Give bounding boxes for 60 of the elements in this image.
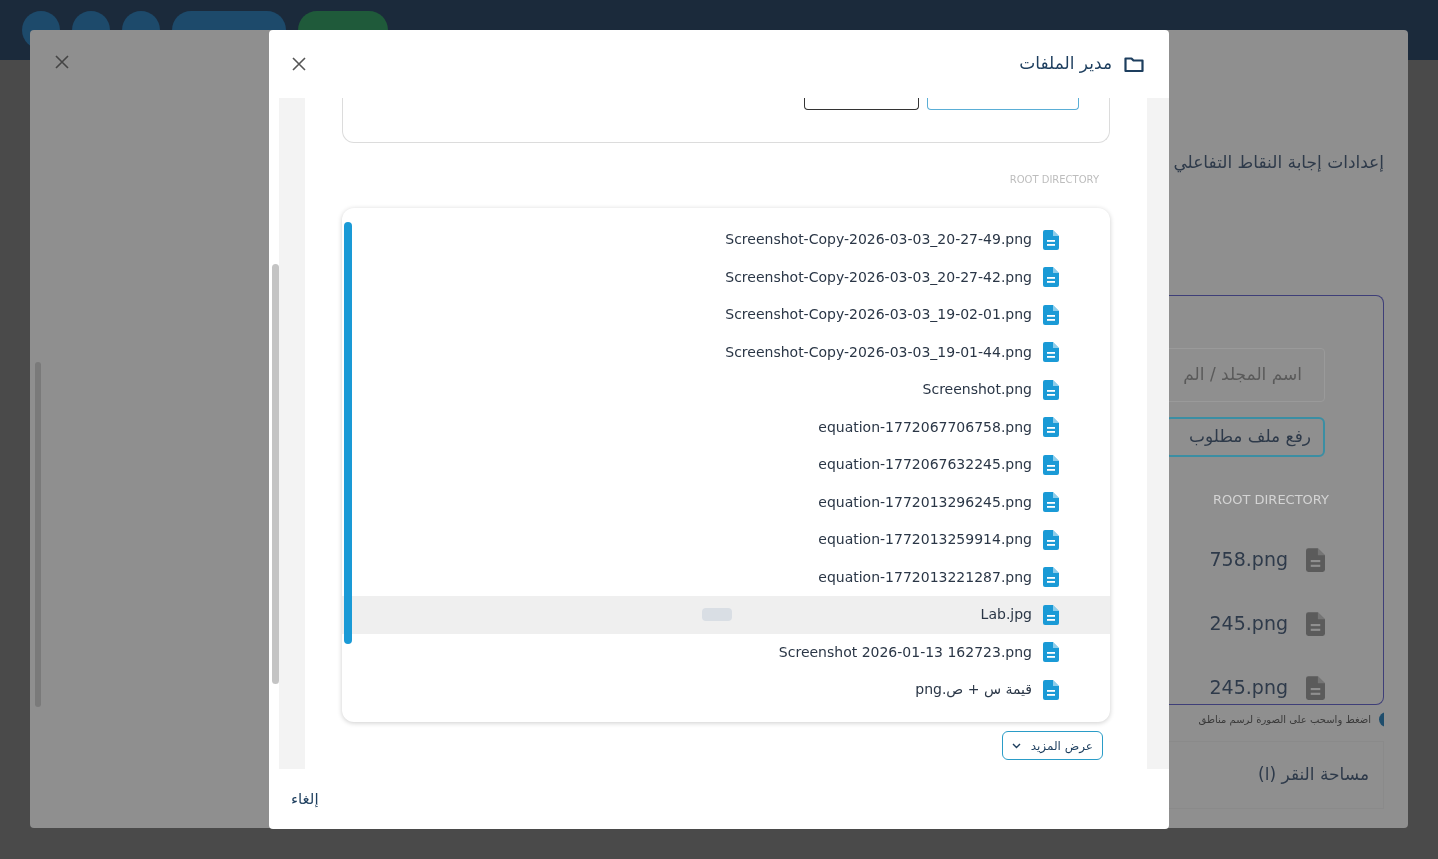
close-icon[interactable]	[292, 57, 306, 71]
cut-off-button[interactable]	[804, 98, 919, 110]
file-name: Screenshot.png	[922, 380, 1032, 400]
document-icon	[1043, 454, 1059, 475]
list-scrollbar[interactable]	[344, 222, 352, 644]
file-name: Screenshot-Copy-2026-03-03_20-27-42.png	[725, 267, 1032, 287]
file-name: equation-1772013221287.png	[818, 567, 1032, 587]
file-row[interactable]: Lab.jpg	[342, 596, 1110, 634]
click-area-title: مساحة النقر (ا)	[1258, 763, 1369, 787]
show-more-button[interactable]: عرض المزيد	[1001, 731, 1103, 760]
document-icon	[1043, 417, 1059, 438]
file-name: equation-1772067632245.png	[818, 455, 1032, 475]
file-row[interactable]: Screenshot-Copy-2026-03-03_19-02-01.png	[342, 296, 1110, 334]
document-icon	[1043, 342, 1059, 363]
document-icon	[1306, 611, 1325, 636]
document-icon	[1043, 529, 1059, 550]
scrollbar-thumb[interactable]	[271, 264, 279, 684]
file-name: equation-1772067706758.png	[818, 417, 1032, 437]
file-row[interactable]: Screenshot 2026-01-13 162723.png	[342, 633, 1110, 671]
close-icon[interactable]	[55, 55, 69, 69]
file-name: Screenshot 2026-01-13 162723.png	[778, 642, 1032, 662]
document-icon	[1043, 492, 1059, 513]
file-name: equation-1772013296245.png	[818, 492, 1032, 512]
directory-label: ROOT DIRECTORY	[1009, 173, 1099, 187]
section-heading: إعدادات إجابة النقاط التفاعلي	[1173, 151, 1384, 175]
file-row[interactable]: equation-1772013221287.png	[342, 558, 1110, 596]
file-row[interactable]: Screenshot-Copy-2026-03-03_19-01-44.png	[342, 333, 1110, 371]
document-icon	[1043, 567, 1059, 588]
document-icon	[1306, 675, 1325, 700]
folder-icon	[1124, 55, 1144, 73]
file-name: Lab.jpg	[980, 605, 1032, 625]
file-name: Screenshot-Copy-2026-03-03_19-02-01.png	[725, 305, 1032, 325]
file-name: 245.png	[1209, 675, 1288, 701]
chevron-down-icon	[1011, 742, 1021, 749]
file-row[interactable]: equation-1772013259914.png	[342, 521, 1110, 559]
cancel-button[interactable]: إلغاء	[291, 787, 319, 811]
file-row[interactable]: Screenshot-Copy-2026-03-03_20-27-42.png	[342, 258, 1110, 296]
document-icon	[1043, 229, 1059, 250]
document-icon	[1306, 547, 1325, 572]
file-row[interactable]: equation-1772067632245.png	[342, 446, 1110, 484]
file-row[interactable]: equation-1772013296245.png	[342, 483, 1110, 521]
file-row[interactable]: Screenshot.png	[342, 371, 1110, 409]
directory-label: ROOT DIRECTORY	[1212, 491, 1329, 509]
document-icon	[1043, 304, 1059, 325]
file-row[interactable]: equation-1772067706758.png	[342, 408, 1110, 446]
hint-text: اضغط واسحب على الصورة لرسم مناطق	[1198, 712, 1371, 727]
document-icon	[1043, 379, 1059, 400]
file-name: equation-1772013259914.png	[818, 530, 1032, 550]
file-row[interactable]: Screenshot-Copy-2026-03-03_20-27-49.png	[342, 221, 1110, 259]
file-name: Screenshot-Copy-2026-03-03_19-01-44.png	[725, 342, 1032, 362]
file-name: 758.png	[1209, 547, 1288, 573]
file-row[interactable]: قيمة س + ص.png	[342, 671, 1110, 709]
dialog-title: مدير الملفات	[1019, 52, 1112, 76]
document-icon	[1043, 642, 1059, 663]
file-name: 245.png	[1209, 611, 1288, 637]
document-icon	[1043, 604, 1059, 625]
document-icon	[1043, 679, 1059, 700]
file-name: Screenshot-Copy-2026-03-03_20-27-49.png	[725, 230, 1032, 250]
file-name: قيمة س + ص.png	[915, 680, 1032, 700]
document-icon	[1043, 267, 1059, 288]
